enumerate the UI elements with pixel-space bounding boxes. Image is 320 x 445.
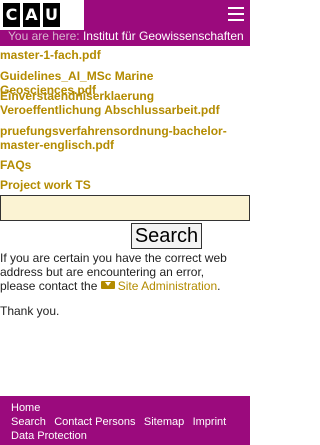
document-link[interactable]: master-1-fach.pdf [0,48,101,62]
mail-icon [100,281,115,289]
site-header: C A U [0,0,250,30]
site-administration-label: Site Administration [117,279,218,293]
error-message: If you are certain you have the correct … [0,251,236,293]
search-input[interactable] [0,195,250,221]
error-message-end: . [217,279,221,293]
search-button[interactable]: Search [131,223,202,249]
project-work-link[interactable]: Project work TS [0,178,91,192]
footer-link-home[interactable]: Home [11,402,40,414]
logo-letter-c: C [3,3,20,27]
breadcrumb: You are here: Institut für Geowissenscha… [0,30,250,46]
breadcrumb-prefix: You are here: [8,30,80,43]
footer-row-3: Data Protection [11,428,250,442]
menu-bar-middle [228,13,244,15]
breadcrumb-link-institute[interactable]: Institut für Geowissenschaften [83,30,244,43]
thank-you-text: Thank you. [0,304,60,318]
menu-bar-top [228,7,244,9]
document-link[interactable]: pruefungsverfahrensordnung-bachelor-mast… [0,124,230,152]
logo-letter-u: U [43,3,60,27]
cau-logo[interactable]: C A U [0,0,84,30]
footer-link-search[interactable]: Search [11,416,46,428]
footer-row-1: Home [11,400,250,414]
footer-link-data-protection[interactable]: Data Protection [11,430,87,442]
footer-link-sitemap[interactable]: Sitemap [144,416,184,428]
site-footer: Home Search Contact Persons Sitemap Impr… [0,396,250,445]
document-link[interactable]: Einverstaendniserklaerung Veroeffentlich… [0,89,230,117]
site-administration-link[interactable]: Site Administration [100,279,218,293]
footer-row-2: Search Contact Persons Sitemap Imprint [11,414,250,428]
footer-link-imprint[interactable]: Imprint [193,416,227,428]
faqs-link[interactable]: FAQs [0,158,31,172]
footer-link-contact[interactable]: Contact Persons [54,416,135,428]
logo-letter-a: A [23,3,40,27]
menu-bar-bottom [228,19,244,21]
hamburger-menu-icon[interactable] [228,7,244,22]
